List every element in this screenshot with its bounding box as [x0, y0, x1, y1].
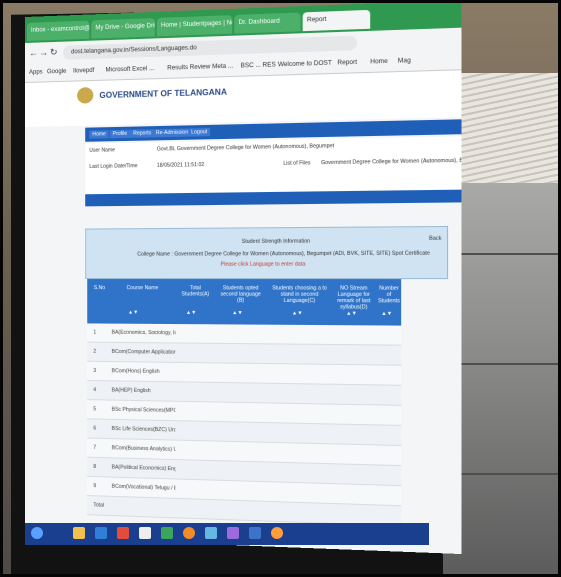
user-value: Govt.BL Government Degree College for Wo… — [157, 143, 334, 153]
total-label: Total — [93, 502, 104, 508]
column-header: Students choosing a to stand in second L… — [270, 285, 328, 304]
sort-arrows-icon[interactable]: ▲▼ — [292, 310, 303, 316]
powerpoint-icon[interactable] — [117, 527, 129, 539]
course-name: BSc Physical Sciences(MPC) English — [112, 407, 176, 414]
row-number: 6 — [93, 426, 96, 432]
sort-arrows-icon[interactable]: ▲▼ — [346, 311, 357, 317]
panel-title: Student Strength Information — [242, 238, 310, 245]
row-number: 5 — [93, 406, 96, 412]
course-name: BCom(Vocational) Telugu / English — [112, 484, 176, 492]
login-value: 18/05/2021 11:51:02 — [157, 162, 204, 169]
chrome-icon[interactable] — [183, 527, 195, 539]
government-emblem-icon — [77, 87, 93, 104]
course-name: BA(HEP) English — [112, 387, 176, 394]
bookmark[interactable]: Results Review Meta ... — [167, 64, 233, 72]
row-number: 4 — [93, 387, 96, 393]
student-strength-table: S.No Course Name Total Students(A) Stude… — [87, 279, 401, 526]
bookmark[interactable]: Report — [337, 60, 357, 67]
browser-tab[interactable]: Home | Studentpages | New ... — [157, 15, 232, 36]
back-link[interactable]: Back — [429, 236, 441, 242]
bookmark[interactable]: Google — [47, 69, 66, 76]
course-name: BCom(Business Analytics) Urdu — [112, 445, 176, 453]
column-header: Number of Students — [377, 285, 401, 304]
user-label: User Name — [89, 147, 115, 154]
column-header: Course Name — [112, 285, 174, 291]
column-header: Total Students(A) — [180, 285, 211, 297]
bookmark[interactable]: Ilovepdf — [73, 68, 94, 75]
column-header: NO Stream Language for remark of last sy… — [335, 285, 372, 310]
sort-arrows-icon[interactable]: ▲▼ — [232, 310, 242, 316]
nav-profile[interactable]: Profile — [110, 130, 131, 139]
windows-taskbar — [25, 523, 429, 545]
column-header: S.No — [91, 285, 107, 291]
page-title: GOVERNMENT OF TELANGANA — [99, 87, 227, 100]
app-icon[interactable] — [249, 527, 261, 539]
college-value: Government Degree College for Women (Aut… — [321, 158, 462, 167]
row-number: 8 — [93, 464, 96, 470]
monitor-screen: Inbox - examcontrol@rtu... My Drive - Go… — [25, 0, 462, 554]
app-icon[interactable] — [139, 527, 151, 539]
folder-icon[interactable] — [73, 527, 85, 539]
panel-note: Please click Language to enter data — [221, 261, 306, 267]
table-body: 1 BA(Economics, Sociology, International)… — [87, 323, 401, 526]
chrome-icon[interactable] — [271, 527, 283, 539]
login-label: Last Login Date/Time — [89, 163, 137, 170]
user-info: User Name Govt.BL Government Degree Coll… — [85, 136, 461, 194]
sort-arrows-icon[interactable]: ▲▼ — [128, 309, 138, 315]
browser-tab[interactable]: My Drive - Google Drive — [91, 18, 154, 39]
panel-college: College Name : Government Degree College… — [137, 250, 438, 257]
sort-arrows-icon[interactable]: ▲▼ — [381, 311, 392, 317]
info-panel: Student Strength Information College Nam… — [85, 226, 448, 279]
bookmark[interactable]: Mag — [398, 58, 411, 65]
browser-tab-active[interactable]: Report — [303, 10, 371, 31]
bookmark[interactable]: Home — [370, 59, 388, 66]
row-number: 9 — [93, 483, 96, 489]
row-number: 1 — [93, 330, 96, 336]
sort-arrows-icon[interactable]: ▲▼ — [186, 310, 196, 316]
college-label: List of Files — [283, 160, 310, 167]
forward-icon[interactable]: → — [39, 47, 48, 57]
start-icon[interactable] — [31, 527, 43, 539]
course-name: BA(Political Economics) English — [112, 464, 176, 472]
table-header: S.No Course Name Total Students(A) Stude… — [87, 279, 401, 326]
row-number: 7 — [93, 445, 96, 451]
row-number: 3 — [93, 368, 96, 374]
nav-reports[interactable]: Reports — [130, 129, 154, 138]
app-icon[interactable] — [205, 527, 217, 539]
course-name: BCom(Hons) English — [112, 368, 176, 375]
course-name: BA(Economics, Sociology, International) … — [112, 330, 176, 337]
bookmark[interactable]: BSC ... RES — [241, 62, 276, 69]
photo: acer Inbox - examcontrol@rtu... My Drive… — [0, 0, 561, 577]
app-icon[interactable] — [227, 527, 239, 539]
reload-icon[interactable]: ↻ — [50, 47, 58, 58]
nav-home[interactable]: Home — [89, 130, 109, 139]
column-header: Students opted second language (B) — [217, 285, 264, 304]
row-number: 2 — [93, 349, 96, 355]
excel-icon[interactable] — [161, 527, 173, 539]
course-name: BCom(Computer Applications) English — [112, 349, 176, 356]
bookmark[interactable]: Welcome to DOST — [278, 60, 332, 68]
word-icon[interactable] — [95, 527, 107, 539]
course-name: BSc Life Sciences(BZC) Urdu — [112, 426, 176, 434]
bookmark[interactable]: Microsoft Excel ... — [106, 66, 155, 74]
back-icon[interactable]: ← — [29, 48, 38, 58]
nav-logout[interactable]: Logout — [188, 128, 210, 137]
browser-tab[interactable]: Inbox - examcontrol@rtu... — [27, 21, 89, 41]
bookmark[interactable]: Apps — [29, 69, 43, 75]
browser-tab[interactable]: Dr. Dashboard — [234, 12, 300, 33]
